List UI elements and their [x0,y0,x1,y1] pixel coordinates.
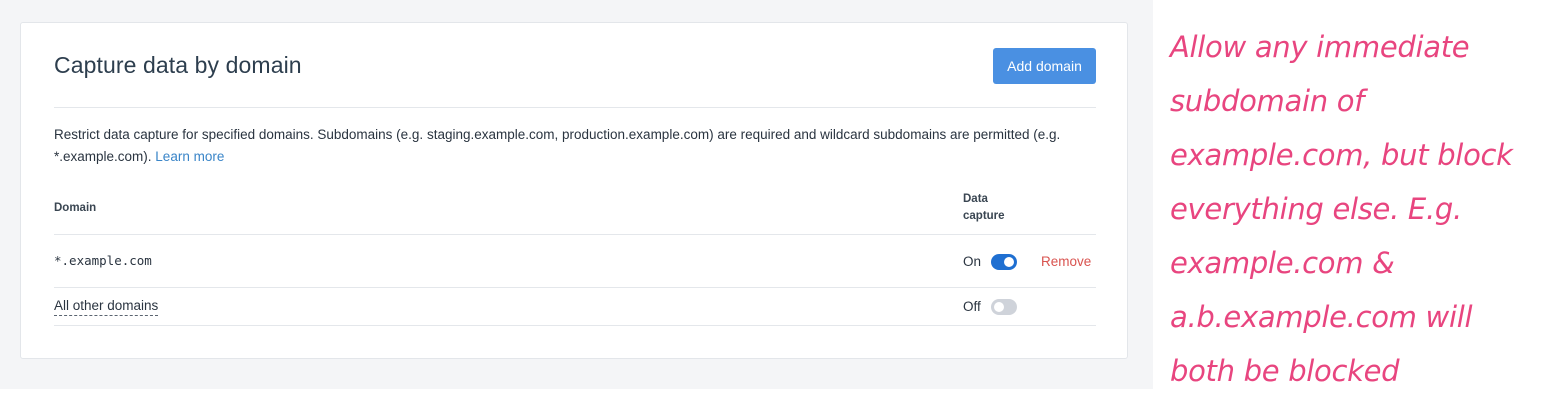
annotation-line: both be blocked [1170,354,1400,388]
table-bottom-divider [54,325,1096,326]
learn-more-link[interactable]: Learn more [155,149,224,164]
column-header-data-capture: Data capture [963,193,1005,222]
all-other-domains-link[interactable]: All other domains [54,297,159,316]
data-capture-toggle[interactable] [991,299,1017,315]
header-divider [54,107,1096,108]
page-title: Capture data by domain [54,52,302,78]
handwritten-annotation: Allow any immediate subdomain of example… [1170,20,1545,398]
toggle-knob [994,302,1004,312]
toggle-status-label: On [963,254,982,269]
annotation-line: a.b.example.com will [1170,300,1473,334]
toggle-knob [1004,257,1014,267]
add-domain-button[interactable]: Add domain [993,48,1096,84]
annotation-line: everything else. E.g. [1170,192,1462,226]
data-capture-toggle[interactable] [991,254,1017,270]
domain-value: *.example.com [54,253,152,268]
table-header-divider [54,234,1096,235]
toggle-status-label: Off [963,299,981,314]
description-text: Restrict data capture for specified doma… [54,124,1104,168]
annotation-line: example.com, but block [1170,138,1513,172]
annotation-line: subdomain of [1170,84,1365,118]
annotation-line: Allow any immediate [1170,30,1470,64]
column-header-domain: Domain [54,202,97,214]
annotation-line: example.com & [1170,246,1395,280]
capture-domain-panel: Capture data by domain Add domain Restri… [20,22,1128,359]
row-divider [54,287,1096,288]
remove-domain-link[interactable]: Remove [1041,253,1091,271]
